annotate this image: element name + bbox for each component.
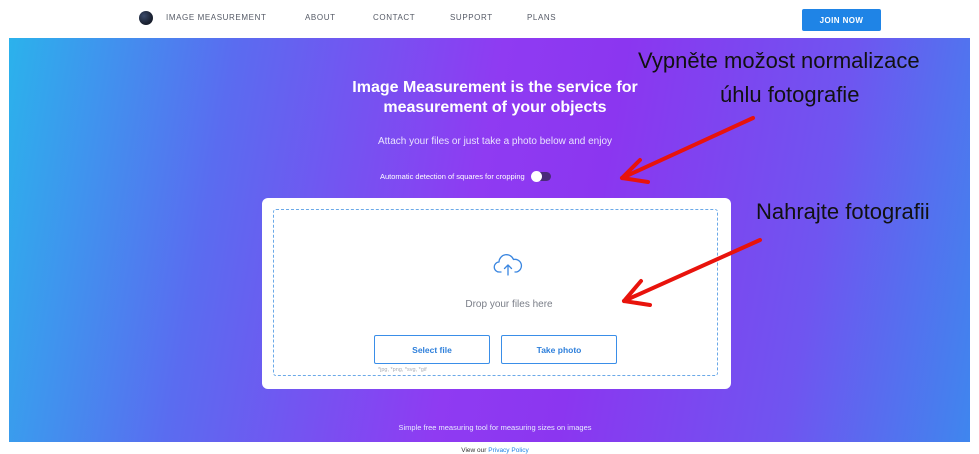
hero-title: Image Measurement is the service for mea… bbox=[300, 78, 690, 118]
logo-icon[interactable] bbox=[139, 11, 153, 25]
hero-title-line-1: Image Measurement is the service for bbox=[352, 79, 638, 96]
toggle-knob bbox=[530, 171, 542, 182]
upload-card: Drop your files here Select file Take ph… bbox=[262, 198, 731, 389]
top-nav: IMAGE MEASUREMENT ABOUT CONTACT SUPPORT … bbox=[0, 0, 979, 38]
nav-item-about[interactable]: ABOUT bbox=[305, 13, 336, 22]
nav-item-contact[interactable]: CONTACT bbox=[373, 13, 415, 22]
hero-title-line-2: measurement of your objects bbox=[383, 99, 607, 116]
annotation-upload-photo: Nahrajte fotografii bbox=[756, 199, 930, 224]
dropzone[interactable]: Drop your files here Select file Take ph… bbox=[273, 209, 718, 376]
nav-brand[interactable]: IMAGE MEASUREMENT bbox=[166, 13, 266, 22]
auto-detect-row: Automatic detection of squares for cropp… bbox=[380, 171, 551, 182]
footer-tagline: Simple free measuring tool for measuring… bbox=[398, 423, 592, 432]
take-photo-button[interactable]: Take photo bbox=[501, 335, 617, 364]
privacy-prefix: View our bbox=[461, 447, 487, 454]
privacy-line: View our Privacy Policy bbox=[300, 447, 690, 454]
privacy-policy-link[interactable]: Privacy Policy bbox=[488, 447, 528, 454]
cloud-upload-icon bbox=[493, 254, 523, 276]
supported-formats: *jpg, *png, *svg, *gif bbox=[378, 367, 427, 373]
auto-detect-label: Automatic detection of squares for cropp… bbox=[380, 172, 525, 181]
join-now-button[interactable]: JOIN NOW bbox=[802, 9, 881, 31]
auto-detect-toggle[interactable] bbox=[530, 171, 551, 182]
nav-item-support[interactable]: SUPPORT bbox=[450, 13, 493, 22]
drop-files-text: Drop your files here bbox=[465, 299, 553, 310]
nav-item-plans[interactable]: PLANS bbox=[527, 13, 556, 22]
annotation-photo-angle: úhlu fotografie bbox=[720, 82, 860, 107]
hero-subtitle: Attach your files or just take a photo b… bbox=[377, 136, 613, 147]
page: IMAGE MEASUREMENT ABOUT CONTACT SUPPORT … bbox=[0, 0, 979, 454]
select-file-button[interactable]: Select file bbox=[374, 335, 490, 364]
annotation-disable-normalization: Vypněte možost normalizace bbox=[638, 48, 920, 73]
